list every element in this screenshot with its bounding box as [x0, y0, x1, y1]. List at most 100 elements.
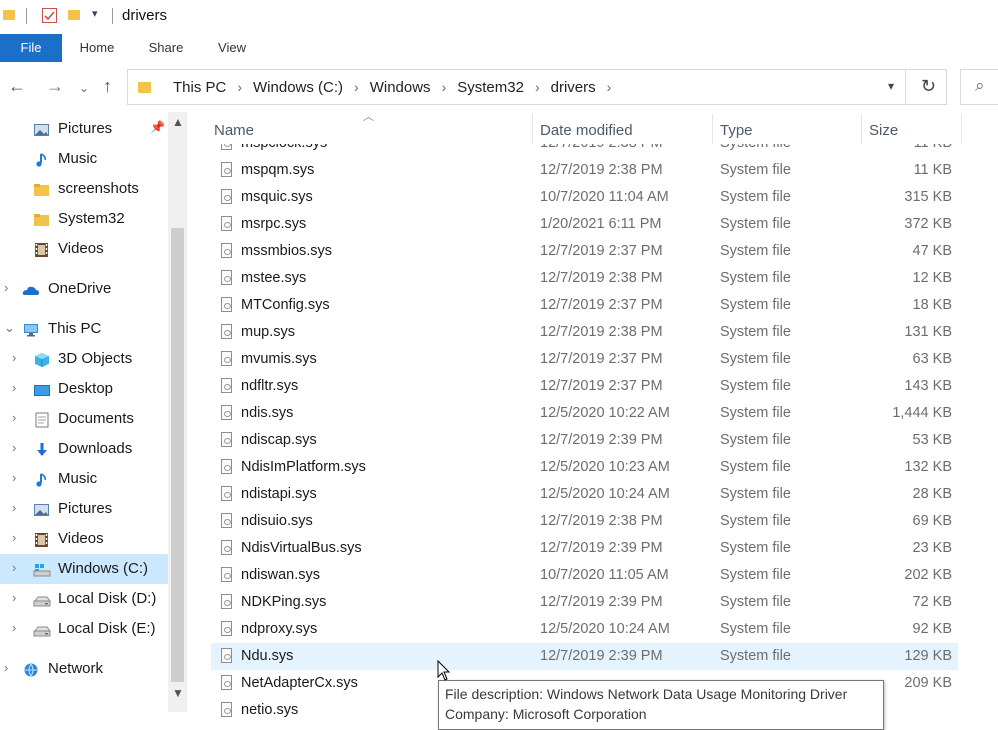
- sidebar-item-desktop[interactable]: › Desktop: [0, 374, 168, 404]
- new-folder-icon[interactable]: [68, 10, 80, 20]
- chevron-right-icon[interactable]: ›: [12, 500, 16, 515]
- breadcrumb-system32[interactable]: System32: [457, 79, 524, 96]
- scroll-up-icon[interactable]: ▲: [172, 115, 184, 129]
- sidebar-item-videos[interactable]: › Videos: [0, 524, 168, 554]
- chevron-right-icon[interactable]: ›: [12, 560, 16, 575]
- column-divider[interactable]: [861, 114, 862, 144]
- column-divider[interactable]: [961, 114, 962, 144]
- chevron-right-icon[interactable]: ›: [12, 530, 16, 545]
- chevron-right-icon[interactable]: ›: [12, 620, 16, 635]
- sidebar-item-windows-c[interactable]: › Windows (C:): [0, 554, 168, 584]
- scroll-down-icon[interactable]: ▼: [172, 686, 184, 700]
- scrollbar-thumb[interactable]: [171, 228, 184, 682]
- sidebar-item-pictures[interactable]: › Pictures: [0, 494, 168, 524]
- file-name: mvumis.sys: [241, 351, 317, 367]
- table-row[interactable]: mssmbios.sys 12/7/2019 2:37 PM System file…: [211, 238, 958, 265]
- chevron-right-icon[interactable]: ›: [12, 410, 16, 425]
- table-row[interactable]: MTConfig.sys 12/7/2019 2:37 PM System file…: [211, 292, 958, 319]
- chevron-down-icon[interactable]: ⌄: [4, 320, 15, 336]
- videos-icon: [33, 532, 49, 547]
- breadcrumb-this-pc[interactable]: This PC: [173, 79, 226, 96]
- column-header-name[interactable]: Name: [214, 122, 254, 139]
- breadcrumb-windows[interactable]: Windows: [370, 79, 431, 96]
- table-row[interactable]: mup.sys 12/7/2019 2:38 PM System file 131 K…: [211, 319, 958, 346]
- breadcrumb-drivers[interactable]: drivers: [551, 79, 596, 96]
- pin-icon[interactable]: 📌: [150, 120, 165, 134]
- tab-share[interactable]: Share: [136, 34, 196, 62]
- navigation-scrollbar[interactable]: ▲ ▼: [168, 112, 187, 712]
- chevron-right-icon[interactable]: ›: [237, 79, 242, 95]
- forward-arrow-icon[interactable]: →: [46, 76, 64, 97]
- sidebar-item-system32[interactable]: System32: [0, 204, 168, 234]
- pictures-icon: [33, 122, 49, 136]
- file-name: NetAdapterCx.sys: [241, 675, 358, 691]
- file-name: mup.sys: [241, 324, 295, 340]
- chevron-right-icon[interactable]: ›: [4, 660, 8, 675]
- table-row[interactable]: ndiscap.sys 12/7/2019 2:39 PM System file 5…: [211, 427, 958, 454]
- table-row[interactable]: ndfltr.sys 12/7/2019 2:37 PM System file 14…: [211, 373, 958, 400]
- chevron-right-icon[interactable]: ›: [442, 79, 447, 95]
- column-header-size[interactable]: Size: [869, 122, 898, 139]
- chevron-right-icon[interactable]: ›: [12, 470, 16, 485]
- table-row[interactable]: mspqm.sys 12/7/2019 2:38 PM System file 11 …: [211, 157, 958, 184]
- table-row[interactable]: ndiswan.sys 10/7/2020 11:05 AM System file…: [211, 562, 958, 589]
- chevron-right-icon[interactable]: ›: [607, 79, 612, 95]
- tab-file[interactable]: File: [0, 34, 62, 62]
- sidebar-item-network[interactable]: › Network: [0, 654, 168, 684]
- sidebar-item-music[interactable]: Music: [0, 144, 168, 174]
- customize-toolbar-dropdown-icon[interactable]: ▾: [92, 7, 98, 20]
- back-arrow-icon[interactable]: ←: [8, 76, 26, 97]
- sidebar-item-this-pc[interactable]: ⌄ This PC: [0, 314, 168, 344]
- sidebar-item-downloads[interactable]: › Downloads: [0, 434, 168, 464]
- chevron-right-icon[interactable]: ›: [12, 350, 16, 365]
- chevron-right-icon[interactable]: ›: [12, 380, 16, 395]
- chevron-right-icon[interactable]: ›: [12, 440, 16, 455]
- sidebar-item-local-disk-e[interactable]: › Local Disk (E:): [0, 614, 168, 644]
- tab-home[interactable]: Home: [68, 34, 126, 62]
- column-header-date-modified[interactable]: Date modified: [540, 122, 633, 139]
- table-row[interactable]: mstee.sys 12/7/2019 2:38 PM System file 12 …: [211, 265, 958, 292]
- refresh-icon[interactable]: ↻: [921, 76, 936, 97]
- table-row[interactable]: NdisImPlatform.sys 12/5/2020 10:23 AM Syst…: [211, 454, 958, 481]
- file-type: System file: [720, 621, 791, 637]
- sidebar-item-music[interactable]: › Music: [0, 464, 168, 494]
- tab-view[interactable]: View: [205, 34, 259, 62]
- column-divider[interactable]: [712, 114, 713, 144]
- search-input[interactable]: ⌕: [960, 69, 998, 105]
- table-row[interactable]: NdisVirtualBus.sys 12/7/2019 2:39 PM Syste…: [211, 535, 958, 562]
- table-row[interactable]: mvumis.sys 12/7/2019 2:37 PM System file 63…: [211, 346, 958, 373]
- table-row[interactable]: mspclock.sys 12/7/2019 2:38 PM System file…: [211, 144, 958, 157]
- sidebar-item-videos[interactable]: Videos: [0, 234, 168, 264]
- table-row[interactable]: ndistapi.sys 12/5/2020 10:24 AM System fil…: [211, 481, 958, 508]
- up-arrow-icon[interactable]: ↑: [103, 76, 112, 97]
- sidebar-item-pictures[interactable]: Pictures 📌: [0, 114, 168, 144]
- table-row[interactable]: NDKPing.sys 12/7/2019 2:39 PM System file 7…: [211, 589, 958, 616]
- properties-checkbox-icon[interactable]: [42, 8, 57, 23]
- address-history-dropdown-icon[interactable]: ▾: [888, 79, 894, 93]
- sidebar-item-documents[interactable]: › Documents: [0, 404, 168, 434]
- chevron-right-icon[interactable]: ›: [12, 590, 16, 605]
- chevron-right-icon[interactable]: ›: [535, 79, 540, 95]
- file-name: Ndu.sys: [241, 648, 294, 664]
- address-bar[interactable]: This PC › Windows (C:) › Windows › Syste…: [127, 69, 947, 105]
- table-row[interactable]: msrpc.sys 1/20/2021 6:11 PM System file 372…: [211, 211, 958, 238]
- column-header-type[interactable]: Type: [720, 122, 753, 139]
- table-row[interactable]: ndisuio.sys 12/7/2019 2:38 PM System file 6…: [211, 508, 958, 535]
- file-type: System file: [720, 270, 791, 286]
- downloads-icon: [33, 442, 49, 456]
- sidebar-item-3d-objects[interactable]: › 3D Objects: [0, 344, 168, 374]
- column-divider[interactable]: [532, 114, 533, 144]
- recent-locations-chevron-icon[interactable]: ⌄: [79, 81, 89, 95]
- table-row[interactable]: Ndu.sys 12/7/2019 2:39 PM System file 129 K…: [211, 643, 958, 670]
- table-row[interactable]: ndis.sys 12/5/2020 10:22 AM System file 1,4…: [211, 400, 958, 427]
- system-file-icon: [221, 378, 232, 393]
- table-row[interactable]: msquic.sys 10/7/2020 11:04 AM System file 3…: [211, 184, 958, 211]
- table-row[interactable]: ndproxy.sys 12/5/2020 10:24 AM System file…: [211, 616, 958, 643]
- sidebar-item-local-disk-d[interactable]: › Local Disk (D:): [0, 584, 168, 614]
- chevron-right-icon[interactable]: ›: [4, 280, 8, 295]
- sidebar-item-onedrive[interactable]: › OneDrive: [0, 274, 168, 304]
- chevron-right-icon[interactable]: ›: [354, 79, 359, 95]
- sidebar-item-screenshots[interactable]: screenshots: [0, 174, 168, 204]
- system-file-icon: [221, 486, 232, 501]
- breadcrumb-windows-c[interactable]: Windows (C:): [253, 79, 343, 96]
